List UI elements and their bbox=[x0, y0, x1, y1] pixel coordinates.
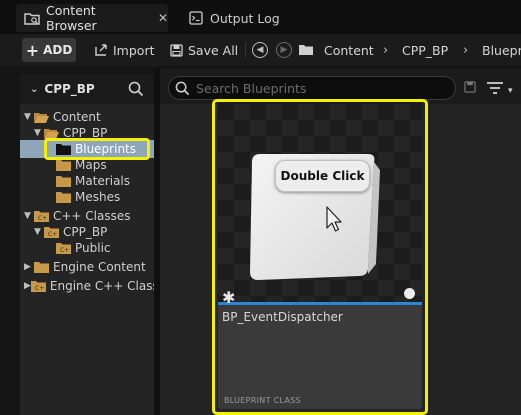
tree-item-label: Engine Content bbox=[53, 260, 146, 274]
search-icon bbox=[175, 81, 190, 95]
content-browser-icon bbox=[24, 10, 40, 26]
tree-item-materials[interactable]: Materials bbox=[56, 173, 130, 189]
mouse-cursor-icon bbox=[326, 206, 342, 232]
output-log-icon bbox=[188, 10, 204, 26]
tree-header-title: CPP_BP bbox=[44, 82, 95, 96]
dropdown-arrow-icon[interactable]: ▾ bbox=[508, 86, 513, 96]
back-icon[interactable]: ◀ bbox=[252, 42, 268, 58]
chevron-right-icon: › bbox=[463, 42, 469, 58]
tree-item-engine-content[interactable]: ▶ Engine Content bbox=[24, 259, 146, 275]
chevron-down-icon: ▼ bbox=[34, 128, 41, 138]
tab-content-browser[interactable]: Content Browser ✕ bbox=[16, 3, 168, 33]
tab-label: Output Log bbox=[210, 10, 280, 26]
breadcrumb-folder-icon bbox=[298, 38, 314, 62]
tree-item-cpp-bp-source[interactable]: ▼ C+ CPP_BP bbox=[34, 224, 107, 240]
tree-item-label: Meshes bbox=[75, 190, 121, 204]
save-icon bbox=[170, 43, 183, 57]
add-label: ADD bbox=[43, 43, 73, 57]
tree-item-content[interactable]: ▼ Content bbox=[24, 109, 101, 125]
folder-tree-header: ⌄ CPP_BP bbox=[20, 74, 154, 104]
search-input[interactable]: Search Blueprints bbox=[168, 76, 456, 100]
filter-icon[interactable] bbox=[486, 80, 504, 99]
chevron-down-icon: ▼ bbox=[34, 227, 41, 237]
chevron-right-icon: ▶ bbox=[24, 262, 31, 272]
folder-icon bbox=[56, 191, 71, 203]
folder-open-icon bbox=[34, 112, 49, 123]
svg-text:C+: C+ bbox=[60, 247, 69, 254]
import-button[interactable]: Import bbox=[94, 38, 155, 62]
tooltip-callout: Double Click bbox=[275, 160, 370, 192]
tree-item-cpp-classes[interactable]: ▼ C+ C++ Classes bbox=[24, 208, 131, 224]
tree-item-meshes[interactable]: Meshes bbox=[56, 189, 120, 205]
folder-open-icon bbox=[44, 128, 59, 139]
code-folder-icon: C+ bbox=[56, 242, 71, 254]
tree-item-label: Content bbox=[53, 110, 101, 124]
tab-label: Content Browser bbox=[46, 3, 97, 33]
chevron-down-icon: ▼ bbox=[24, 112, 31, 122]
folder-icon bbox=[56, 175, 71, 187]
search-placeholder: Search Blueprints bbox=[196, 80, 307, 96]
tree-item-engine-cpp-classes[interactable]: ▶ C+ Engine C++ Classes bbox=[24, 278, 154, 294]
breadcrumb-item-blueprints[interactable]: Blueprin bbox=[482, 38, 521, 62]
highlight-box bbox=[44, 138, 150, 160]
tree-item-label: Engine C++ Classes bbox=[49, 279, 154, 293]
chevron-down-icon: ▼ bbox=[24, 211, 31, 221]
search-icon[interactable] bbox=[128, 81, 144, 100]
save-all-label: Save All bbox=[188, 42, 239, 58]
svg-text:C+: C+ bbox=[35, 285, 44, 292]
highlight-box bbox=[212, 99, 428, 415]
divider bbox=[245, 42, 246, 58]
svg-text:C+: C+ bbox=[38, 215, 47, 222]
import-label: Import bbox=[113, 42, 155, 58]
close-icon[interactable]: ✕ bbox=[158, 11, 168, 25]
folder-icon bbox=[56, 159, 71, 171]
save-all-button[interactable]: Save All bbox=[170, 38, 238, 62]
breadcrumb-item-cpp-bp[interactable]: CPP_BP bbox=[402, 38, 448, 62]
tree-item-label: Public bbox=[75, 241, 111, 255]
code-folder-icon: C+ bbox=[30, 280, 46, 292]
code-folder-icon: C+ bbox=[34, 210, 49, 222]
folder-icon bbox=[34, 261, 49, 273]
save-search-icon[interactable] bbox=[464, 81, 476, 96]
tree-item-label: Materials bbox=[75, 174, 131, 188]
tree-item-label: CPP_BP bbox=[63, 225, 108, 239]
tree-item-public[interactable]: C+ Public bbox=[56, 240, 111, 256]
plus-icon: + bbox=[25, 40, 40, 60]
breadcrumb-item-content[interactable]: Content bbox=[324, 38, 374, 62]
forward-icon[interactable]: ▶ bbox=[276, 42, 292, 58]
chevron-right-icon: ▶ bbox=[24, 281, 31, 291]
add-button[interactable]: + ADD bbox=[22, 38, 76, 62]
tree-root-toggle[interactable]: ⌄ CPP_BP bbox=[30, 82, 95, 96]
chevron-right-icon: › bbox=[383, 42, 389, 58]
tree-item-label: Maps bbox=[75, 158, 107, 172]
code-folder-icon: C+ bbox=[44, 226, 59, 238]
tab-output-log[interactable]: Output Log bbox=[184, 4, 280, 32]
chevron-down-icon: ⌄ bbox=[30, 83, 39, 95]
tree-item-label: C++ Classes bbox=[53, 209, 131, 223]
svg-text:C+: C+ bbox=[48, 231, 57, 238]
import-icon bbox=[95, 44, 107, 56]
